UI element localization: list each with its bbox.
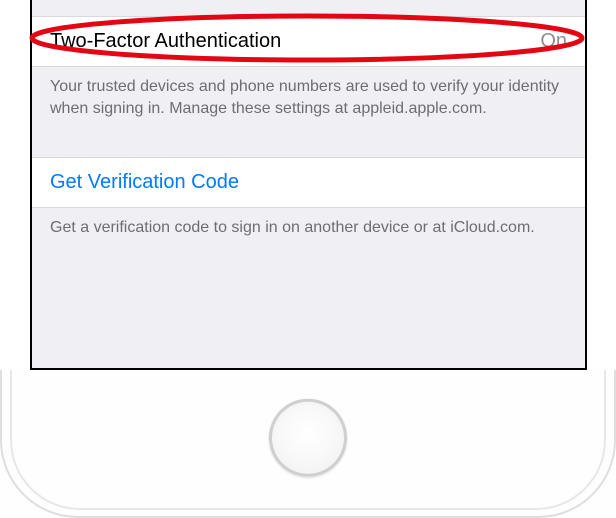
two-factor-footer: Your trusted devices and phone numbers a… (32, 67, 585, 135)
home-button[interactable] (269, 399, 347, 477)
get-verification-code-label: Get Verification Code (50, 171, 239, 193)
two-factor-value: On (540, 30, 567, 53)
verification-footer: Get a verification code to sign in on an… (32, 208, 585, 255)
two-factor-row[interactable]: Two-Factor Authentication On (32, 16, 585, 67)
settings-screen: Two-Factor Authentication On Your truste… (30, 0, 587, 370)
section-top-gap (32, 0, 585, 16)
two-factor-label: Two-Factor Authentication (50, 30, 281, 53)
phone-frame: Two-Factor Authentication On Your truste… (0, 0, 616, 518)
section-gap (32, 135, 585, 157)
device-bezel-bottom (0, 370, 616, 518)
get-verification-code-button[interactable]: Get Verification Code (32, 157, 585, 208)
